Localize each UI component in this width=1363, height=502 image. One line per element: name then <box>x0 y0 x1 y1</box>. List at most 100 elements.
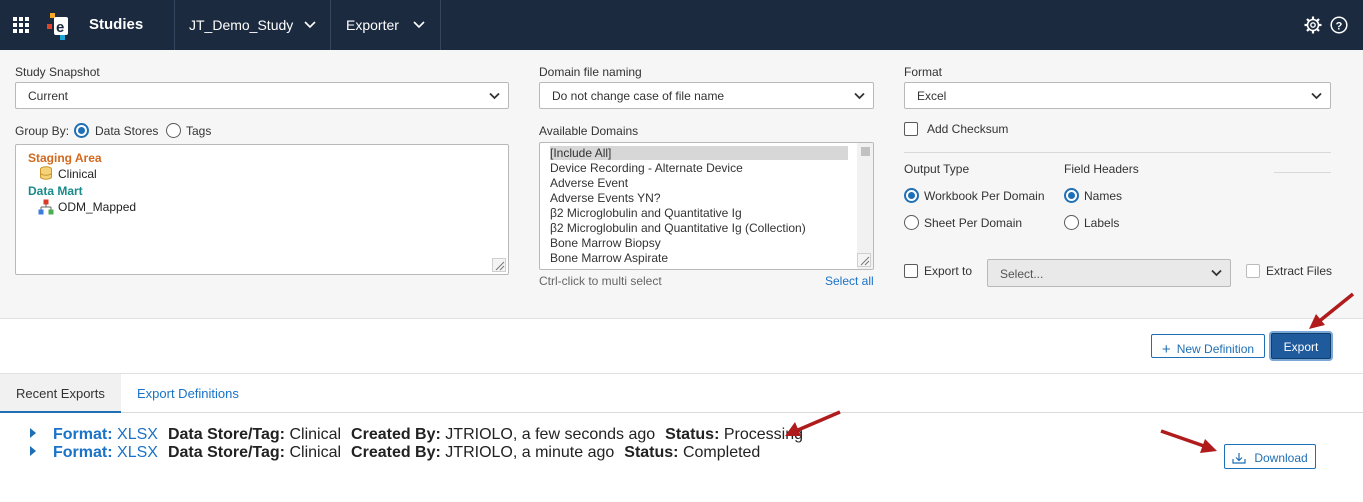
group-by-tags-label: Tags <box>186 124 212 138</box>
output-sheet-per-domain-radio[interactable] <box>904 215 919 230</box>
domain-option[interactable]: Adverse Events YN? <box>550 191 661 205</box>
svg-text:?: ? <box>1336 20 1343 32</box>
app-name[interactable]: Studies <box>89 16 143 33</box>
chevron-down-icon <box>1211 269 1222 277</box>
group-by-tags-radio[interactable] <box>166 123 181 138</box>
status-field-label: Status: <box>665 426 720 443</box>
module-selector[interactable]: Exporter <box>346 17 399 33</box>
available-domains-listbox[interactable]: [Include All] Device Recording - Alterna… <box>539 142 874 270</box>
chevron-down-icon[interactable] <box>413 20 425 30</box>
export-row[interactable]: Format: XLSX Data Store/Tag: Clinical Crea… <box>30 444 760 462</box>
domain-option[interactable]: Bone Marrow Biopsy <box>550 236 661 250</box>
tab-export-definitions[interactable]: Export Definitions <box>121 374 255 413</box>
expand-caret-icon[interactable] <box>30 446 36 456</box>
tree-group-staging-area[interactable]: Staging Area <box>28 151 102 165</box>
resize-handle-icon[interactable] <box>492 258 506 272</box>
format-field-label: Format: <box>53 444 113 461</box>
field-headers-names-radio[interactable] <box>1064 188 1079 203</box>
format-field-label: Format: <box>53 426 113 443</box>
chevron-down-icon <box>854 92 865 100</box>
tree-item-clinical[interactable]: Clinical <box>58 167 97 181</box>
study-snapshot-value: Current <box>28 89 69 103</box>
field-headers-names-label: Names <box>1084 189 1123 203</box>
svg-text:e: e <box>56 19 64 36</box>
exports-tabs: Recent Exports Export Definitions <box>0 373 1363 413</box>
data-store-field-label: Data Store/Tag: <box>167 426 285 443</box>
export-label: Export <box>1283 340 1319 354</box>
multi-select-hint: Ctrl-click to multi select <box>539 274 662 288</box>
data-store-value: Clinical <box>289 444 342 461</box>
domain-file-naming-value: Do not change case of file name <box>552 89 725 103</box>
study-snapshot-label: Study Snapshot <box>15 65 100 79</box>
download-button[interactable]: Download <box>1224 444 1316 469</box>
chevron-down-icon <box>489 92 500 100</box>
tab-recent-exports[interactable]: Recent Exports <box>0 374 121 413</box>
gear-icon[interactable] <box>1304 16 1322 34</box>
study-snapshot-select[interactable]: Current <box>15 82 509 109</box>
tab-export-definitions-label: Export Definitions <box>137 386 239 401</box>
export-to-select[interactable]: Select... <box>987 259 1231 287</box>
new-definition-button[interactable]: + New Definition <box>1151 334 1265 358</box>
format-value: XLSX <box>117 426 158 443</box>
tree-group-data-mart[interactable]: Data Mart <box>28 184 83 198</box>
status-field-label: Status: <box>624 444 679 461</box>
annotation-arrow-icon <box>1309 292 1355 329</box>
output-workbook-per-domain-label: Workbook Per Domain <box>924 189 1045 203</box>
hierarchy-icon <box>38 199 54 215</box>
field-headers-label: Field Headers <box>1064 162 1139 176</box>
created-by-value: JTRIOLO, a few seconds ago <box>445 426 656 443</box>
domain-option[interactable]: β2 Microglobulin and Quantitative Ig (Co… <box>550 221 806 235</box>
format-value: Excel <box>917 89 947 103</box>
chevron-down-icon <box>1311 92 1322 100</box>
extract-files-checkbox[interactable] <box>1246 264 1260 278</box>
domains-scrollbar[interactable] <box>857 143 873 269</box>
app-logo-icon[interactable]: e <box>46 11 72 41</box>
output-type-label: Output Type <box>904 162 970 176</box>
study-selector[interactable]: JT_Demo_Study <box>189 17 293 33</box>
annotation-arrow-icon <box>785 410 841 436</box>
output-workbook-per-domain-radio[interactable] <box>904 188 919 203</box>
export-button[interactable]: Export <box>1271 333 1331 359</box>
resize-handle-icon[interactable] <box>857 253 871 267</box>
created-by-field-label: Created By: <box>351 426 441 443</box>
header-divider <box>174 0 175 50</box>
domain-option[interactable]: β2 Microglobulin and Quantitative Ig <box>550 206 742 220</box>
plus-icon: + <box>1161 341 1171 358</box>
format-label: Format <box>904 65 943 79</box>
domain-option[interactable]: Adverse Event <box>550 176 628 190</box>
format-select[interactable]: Excel <box>904 82 1331 109</box>
export-to-checkbox[interactable] <box>904 264 918 278</box>
group-by-data-stores-radio[interactable] <box>74 123 89 138</box>
annotation-arrow-icon <box>1160 429 1217 453</box>
group-by-data-stores-label: Data Stores <box>95 124 159 138</box>
help-icon[interactable]: ? <box>1330 16 1348 34</box>
status-value: Completed <box>682 444 761 461</box>
domain-file-naming-label: Domain file naming <box>539 65 642 79</box>
field-headers-labels-radio[interactable] <box>1064 215 1079 230</box>
divider <box>1274 172 1331 173</box>
available-domains-label: Available Domains <box>539 124 639 138</box>
chevron-down-icon[interactable] <box>304 20 316 30</box>
data-store-field-label: Data Store/Tag: <box>167 444 285 461</box>
tab-recent-exports-label: Recent Exports <box>16 386 105 401</box>
extract-files-label: Extract Files <box>1266 264 1333 278</box>
domain-file-naming-select[interactable]: Do not change case of file name <box>539 82 874 109</box>
domain-option[interactable]: [Include All] <box>550 146 848 160</box>
add-checksum-checkbox[interactable] <box>904 122 918 136</box>
divider <box>904 152 1331 153</box>
domain-option[interactable]: Device Recording - Alternate Device <box>550 161 743 175</box>
export-row[interactable]: Format: XLSX Data Store/Tag: Clinical Crea… <box>30 426 803 444</box>
scrollbar-thumb[interactable] <box>861 147 870 156</box>
domain-option[interactable]: Bone Marrow Aspirate <box>550 251 668 265</box>
export-to-label: Export to <box>924 264 973 278</box>
created-by-field-label: Created By: <box>351 444 441 461</box>
tree-item-odm-mapped[interactable]: ODM_Mapped <box>58 200 136 214</box>
new-definition-label: New Definition <box>1176 342 1255 356</box>
app-grid-icon[interactable] <box>13 17 29 33</box>
select-all-link[interactable]: Select all <box>825 274 874 288</box>
expand-caret-icon[interactable] <box>30 428 36 438</box>
output-sheet-per-domain-label: Sheet Per Domain <box>924 216 1023 230</box>
download-icon <box>1232 453 1246 464</box>
header-divider <box>440 0 441 50</box>
add-checksum-label: Add Checksum <box>927 122 1009 136</box>
